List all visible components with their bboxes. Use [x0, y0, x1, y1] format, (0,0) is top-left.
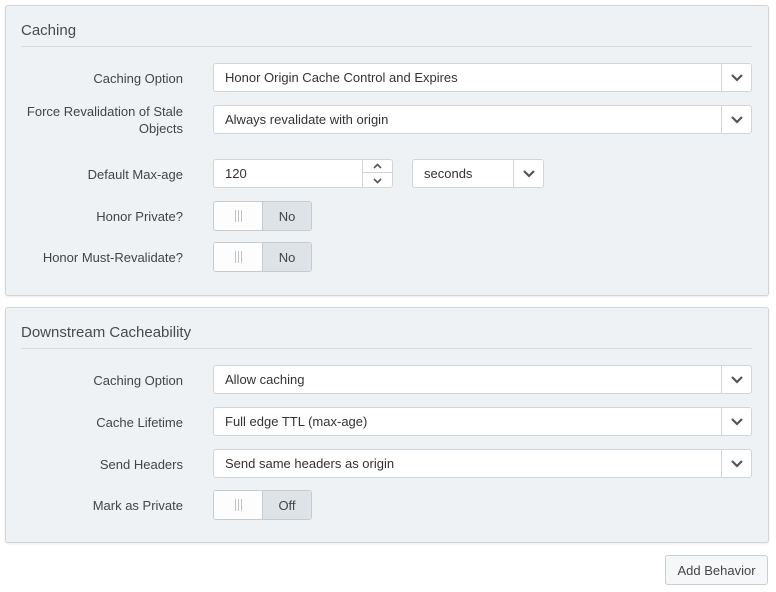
honor-must-revalidate-label: Honor Must-Revalidate?	[42, 249, 183, 265]
caching-option-row: Caching Option Honor Origin Cache Contro…	[6, 60, 768, 96]
force-revalidation-row: Force Revalidation of Stale Objects Alwa…	[6, 102, 768, 138]
caching-option-label: Caching Option	[93, 70, 183, 86]
downstream-caching-option-row: Caching Option Allow caching	[6, 362, 768, 398]
send-headers-value: Send same headers as origin	[225, 456, 395, 471]
downstream-cacheability-panel: Downstream Cacheability Caching Option A…	[5, 307, 769, 543]
grip-icon	[234, 251, 242, 263]
honor-must-revalidate-state: No	[263, 243, 311, 271]
downstream-caching-option-select[interactable]: Allow caching	[213, 365, 752, 394]
chevron-down-icon[interactable]	[721, 366, 751, 393]
chevron-down-icon[interactable]	[363, 174, 392, 187]
max-age-value: 120	[225, 166, 247, 181]
mark-private-state: Off	[263, 491, 311, 519]
mark-private-toggle[interactable]: Off	[213, 490, 312, 520]
send-headers-row: Send Headers Send same headers as origin	[6, 446, 768, 482]
caching-panel-title: Caching	[21, 22, 77, 39]
cache-lifetime-select[interactable]: Full edge TTL (max-age)	[213, 407, 752, 436]
force-revalidation-label: Force Revalidation of Stale Objects	[26, 104, 183, 136]
chevron-down-icon[interactable]	[721, 64, 751, 91]
caching-option-value: Honor Origin Cache Control and Expires	[225, 70, 458, 85]
cache-lifetime-row: Cache Lifetime Full edge TTL (max-age)	[6, 404, 768, 440]
cache-lifetime-label: Cache Lifetime	[96, 414, 183, 430]
toggle-handle[interactable]	[214, 202, 263, 230]
cache-lifetime-value: Full edge TTL (max-age)	[225, 414, 368, 429]
force-revalidation-value: Always revalidate with origin	[225, 112, 389, 127]
chevron-up-icon[interactable]	[363, 160, 392, 173]
max-age-unit-value: seconds	[424, 166, 473, 181]
chevron-down-icon[interactable]	[721, 408, 751, 435]
honor-must-revalidate-row: Honor Must-Revalidate? No	[6, 239, 768, 275]
default-max-age-row: Default Max-age 120 seconds	[6, 156, 768, 192]
downstream-panel-divider	[21, 348, 752, 349]
grip-icon	[234, 210, 242, 222]
mark-private-label: Mark as Private	[92, 497, 183, 513]
chevron-down-icon[interactable]	[721, 106, 751, 133]
downstream-caching-option-label: Caching Option	[93, 372, 183, 388]
grip-icon	[234, 499, 242, 511]
honor-private-label: Honor Private?	[96, 208, 183, 224]
mark-private-row: Mark as Private Off	[6, 487, 768, 523]
chevron-down-icon[interactable]	[513, 160, 543, 187]
stepper-buttons	[362, 160, 392, 187]
honor-private-toggle[interactable]: No	[213, 201, 312, 231]
honor-private-state: No	[263, 202, 311, 230]
toggle-handle[interactable]	[214, 491, 263, 519]
max-age-stepper[interactable]: 120	[213, 159, 393, 188]
honor-private-row: Honor Private? No	[6, 198, 768, 234]
max-age-unit-select[interactable]: seconds	[412, 159, 544, 188]
caching-panel: Caching Caching Option Honor Origin Cach…	[5, 5, 769, 296]
downstream-panel-title: Downstream Cacheability	[21, 324, 192, 341]
default-max-age-label: Default Max-age	[87, 166, 183, 182]
send-headers-select[interactable]: Send same headers as origin	[213, 449, 752, 478]
send-headers-label: Send Headers	[99, 456, 183, 472]
add-behavior-button[interactable]: Add Behavior	[665, 555, 768, 585]
downstream-caching-option-value: Allow caching	[225, 372, 305, 387]
force-revalidation-select[interactable]: Always revalidate with origin	[213, 105, 752, 134]
caching-panel-divider	[21, 46, 752, 47]
honor-must-revalidate-toggle[interactable]: No	[213, 242, 312, 272]
toggle-handle[interactable]	[214, 243, 263, 271]
chevron-down-icon[interactable]	[721, 450, 751, 477]
caching-option-select[interactable]: Honor Origin Cache Control and Expires	[213, 63, 752, 92]
